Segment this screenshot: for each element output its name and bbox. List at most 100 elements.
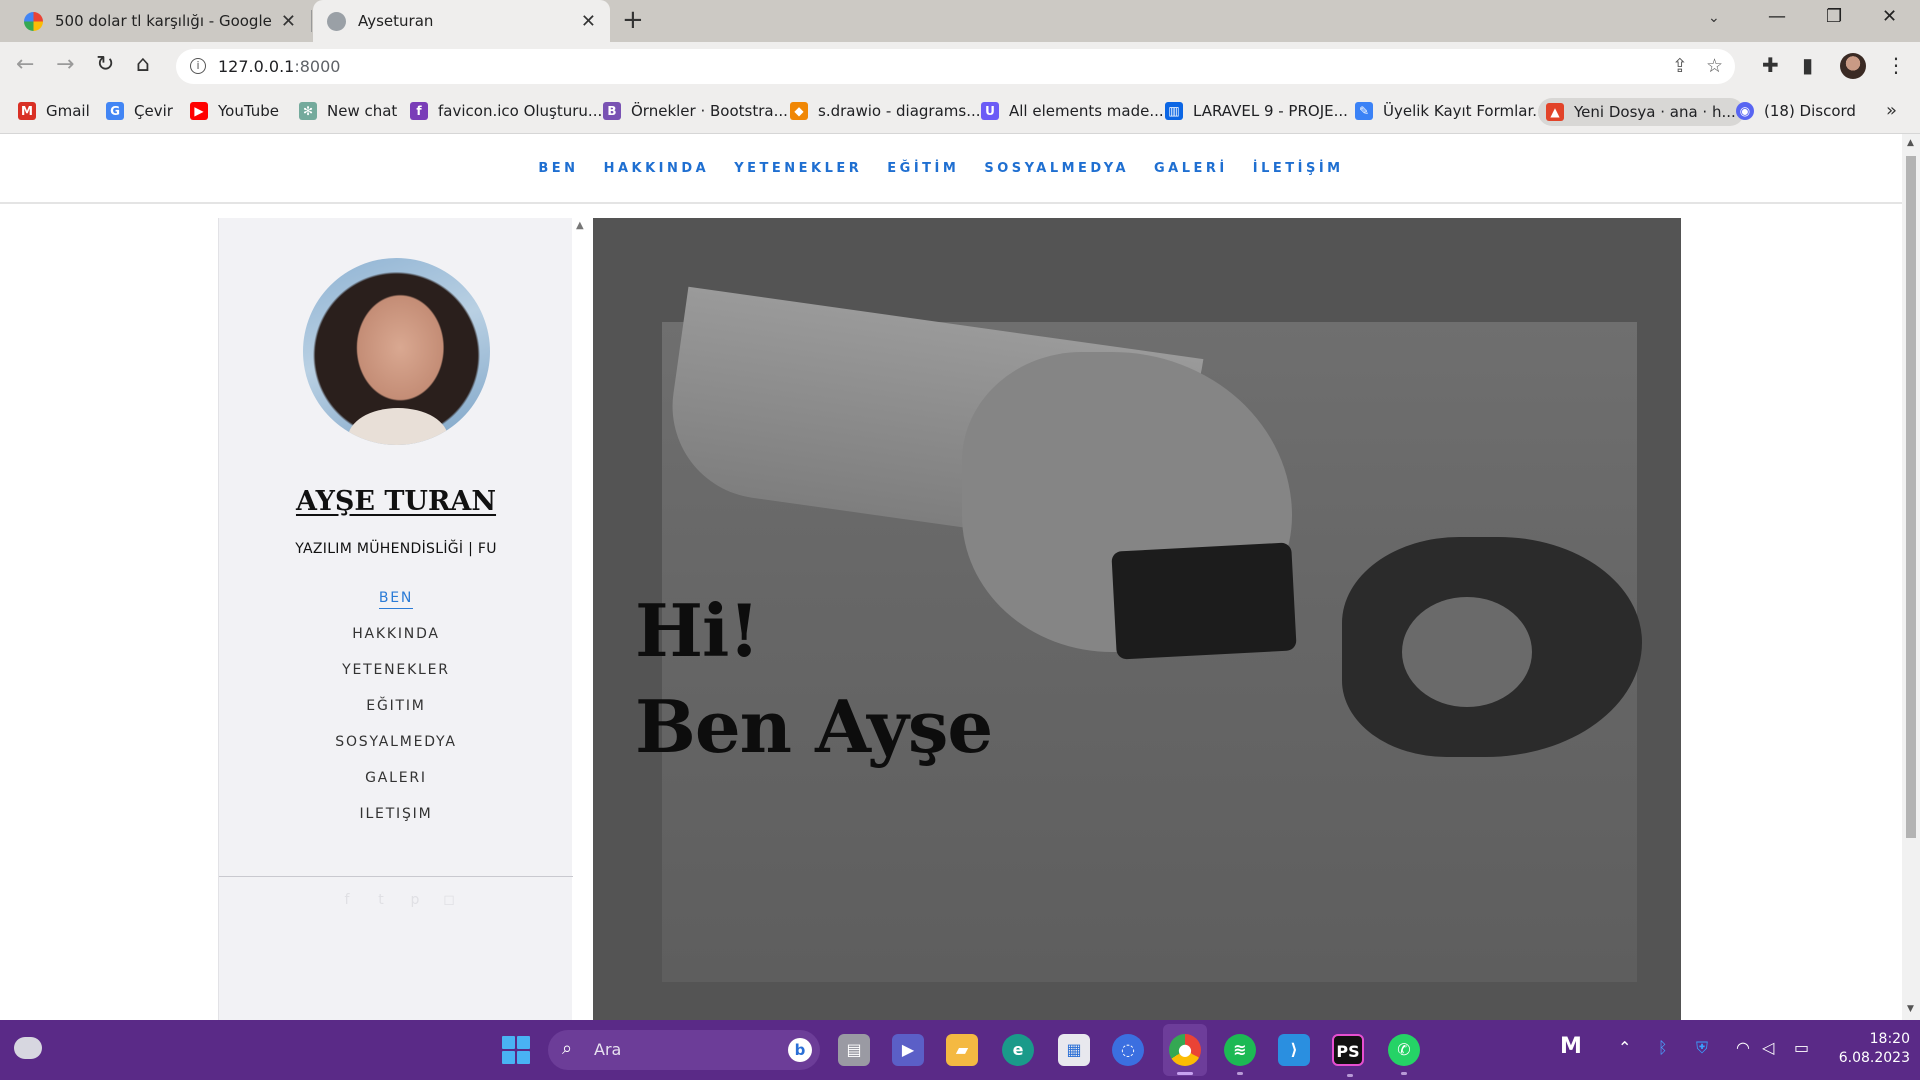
chevron-double-right-icon[interactable]: » [1886,100,1897,121]
security-shield-icon[interactable]: ⛨ [1696,1038,1708,1058]
address-bar[interactable]: i 127.0.0.1:8000 ⇪ ☆ [176,49,1735,84]
bookmark-drawio[interactable]: ◆ s.drawio - diagrams... [790,102,981,120]
side-panel-icon[interactable]: ▮ [1802,53,1813,77]
back-icon[interactable]: ← [16,52,34,77]
vscode-icon[interactable]: ⟩ [1278,1034,1310,1066]
bookmark-label: (18) Discord [1764,102,1856,120]
taskbar-search[interactable]: ⌕ Ara b [548,1030,820,1070]
topnav-iletisim[interactable]: İLETİŞİM [1253,161,1344,176]
hero-line-1: Hi! [635,588,760,673]
url-text[interactable]: 127.0.0.1:8000 [218,57,340,76]
sidebar-item-hakkinda[interactable]: HAKKINDA [219,626,573,662]
bookmark-bootstrap[interactable]: B Örnekler · Bootstra... [603,102,788,120]
start-button[interactable] [502,1036,530,1064]
bookmark-new-chat[interactable]: ✻ New chat [299,102,397,120]
weather-icon[interactable] [14,1037,42,1059]
bookmark-uiverse[interactable]: U All elements made... [981,102,1164,120]
tab-title: 500 dolar tl karşılığı - Google'da [55,12,273,30]
start-tile [502,1036,515,1049]
form-icon: ✎ [1355,102,1373,120]
chevron-down-icon[interactable]: ⌄ [1708,10,1720,26]
sidebar-item-yetenekler[interactable]: YETENEKLER [219,662,573,698]
bookmark-uyelik-formlar[interactable]: ✎ Üyelik Kayıt Formlar... [1355,102,1547,120]
bookmark-gmail[interactable]: M Gmail [18,102,90,120]
hero-photo-phone [1111,542,1297,660]
app-tray-m-icon[interactable]: M [1560,1034,1582,1059]
bing-icon[interactable]: b [788,1038,812,1062]
topnav-ben[interactable]: BEN [538,161,578,176]
bookmark-gitlab[interactable]: ▲ Yeni Dosya · ana · h... [1538,98,1744,126]
minimize-icon[interactable]: — [1768,6,1786,27]
gmail-icon: M [18,102,36,120]
phpstorm-icon[interactable]: PS [1332,1034,1364,1077]
twitter-icon[interactable]: t [371,890,391,910]
system-clock[interactable]: 18:20 6.08.2023 [1820,1030,1910,1068]
page-scrollbar[interactable]: ▲ ▼ [1902,134,1920,1020]
sidebar-menu: BEN HAKKINDA YETENEKLER EĞITIM SOSYALMED… [219,590,573,842]
extensions-icon[interactable]: ✚ [1762,53,1779,77]
restore-icon[interactable]: ❐ [1826,6,1842,27]
bookmark-laravel[interactable]: ▥ LARAVEL 9 - PROJE... [1165,102,1348,120]
star-icon[interactable]: ☆ [1706,55,1723,77]
new-tab-icon[interactable]: + [622,5,644,35]
messenger-icon[interactable]: ◌ [1112,1034,1144,1066]
edge-icon[interactable]: e [1002,1034,1034,1066]
chrome-icon[interactable]: ● [1169,1034,1201,1075]
volume-icon[interactable]: ◁ [1762,1038,1774,1057]
scrollbar-thumb[interactable] [1906,156,1916,838]
scroll-up-icon[interactable]: ▲ [1907,138,1914,148]
bookmark-youtube[interactable]: ▶ YouTube [190,102,279,120]
topnav-yetenekler[interactable]: YETENEKLER [734,161,862,176]
profile-photo [303,258,490,445]
more-menu-icon[interactable]: ⋮ [1886,53,1906,77]
reload-icon[interactable]: ↻ [96,52,114,77]
pinterest-icon[interactable]: p [405,890,425,910]
bookmark-label: YouTube [218,102,279,120]
tab-ayseturan[interactable]: Ayseturan ✕ [313,0,610,42]
teams-meet-icon[interactable]: ▶ [892,1034,924,1066]
close-icon[interactable]: ✕ [581,11,596,32]
scroll-down-icon[interactable]: ▼ [1907,1004,1914,1014]
topnav-egitim[interactable]: EĞİTİM [887,161,959,176]
bookmark-cevir[interactable]: G Çevir [106,102,173,120]
sidebar-item-egitim[interactable]: EĞITIM [219,698,573,734]
file-manager-icon[interactable]: ▤ [838,1034,870,1066]
wifi-icon[interactable]: ◠ [1736,1038,1750,1057]
info-icon[interactable]: i [190,58,206,74]
drawio-icon: ◆ [790,102,808,120]
tagline: YAZILIM MÜHENDİSLİĞİ | FU [295,541,497,557]
chevron-up-icon[interactable]: ⌃ [1618,1038,1631,1057]
close-window-icon[interactable]: ✕ [1882,6,1897,27]
sidebar-item-label: EĞITIM [366,698,426,714]
topnav-sosyalmedya[interactable]: SOSYALMEDYA [984,161,1129,176]
topnav-galeri[interactable]: GALERİ [1154,161,1228,176]
profile-avatar[interactable] [1840,53,1866,79]
microsoft-store-icon[interactable]: ▦ [1058,1034,1090,1066]
whatsapp-icon[interactable]: ✆ [1388,1034,1420,1075]
sidebar-item-sosyalmedya[interactable]: SOSYALMEDYA [219,734,573,770]
battery-icon[interactable]: ▭ [1794,1038,1809,1057]
gitlab-icon: ▲ [1546,103,1564,121]
tab-google-search[interactable]: 500 dolar tl karşılığı - Google'da ✕ [10,0,310,42]
sidebar-item-iletisim[interactable]: ILETIŞIM [219,806,573,842]
bookmark-favicon[interactable]: f favicon.ico Oluşturu... [410,102,602,120]
bluetooth-icon[interactable]: ᛒ [1658,1038,1668,1057]
home-icon[interactable]: ⌂ [136,52,150,77]
instagram-icon[interactable]: ◻ [439,890,459,910]
start-tile [517,1036,530,1049]
sidebar-scroll-up-icon[interactable]: ▲ [576,220,584,231]
facebook-icon[interactable]: f [337,890,357,910]
bookmark-discord[interactable]: ◉ (18) Discord [1736,102,1856,120]
page-viewport: BEN HAKKINDA YETENEKLER EĞİTİM SOSYALMED… [0,134,1902,1020]
forward-icon[interactable]: → [56,52,74,77]
site-brand[interactable]: AYŞE TURAN [219,486,573,517]
hero-photo-face [1402,597,1532,707]
close-icon[interactable]: ✕ [281,11,296,32]
sidebar-item-ben[interactable]: BEN [219,590,573,626]
topnav-hakkinda[interactable]: HAKKINDA [604,161,710,176]
sidebar-item-galeri[interactable]: GALERI [219,770,573,806]
share-icon[interactable]: ⇪ [1672,55,1688,77]
bookmark-label: Örnekler · Bootstra... [631,102,788,120]
file-explorer-icon[interactable]: ▰ [946,1034,978,1066]
spotify-icon[interactable]: ≋ [1224,1034,1256,1075]
